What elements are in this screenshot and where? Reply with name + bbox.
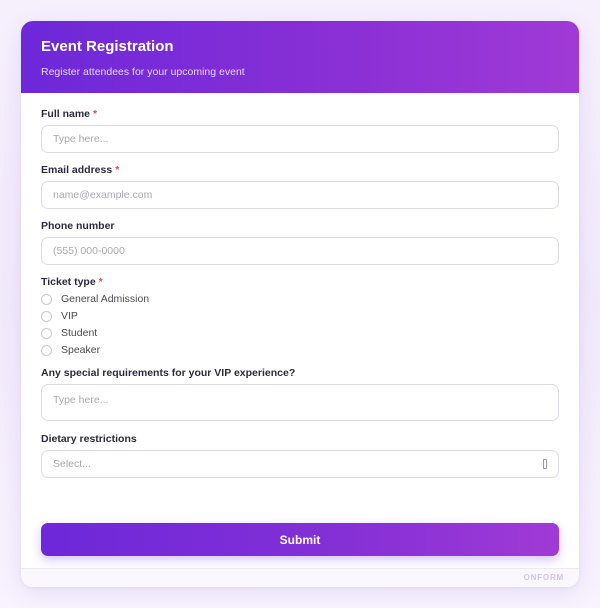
dietary-select-placeholder: Select... <box>53 458 91 470</box>
email-input[interactable] <box>41 181 559 209</box>
form-subtitle: Register attendees for your upcoming eve… <box>41 66 245 78</box>
radio-button[interactable] <box>41 344 52 356</box>
vip-requirements-label: Any special requirements for your VIP ex… <box>41 366 295 380</box>
vip-requirements-textarea[interactable] <box>41 384 559 421</box>
required-marker: * <box>115 164 120 176</box>
form-title: Event Registration <box>41 38 174 55</box>
full-name-label-text: Full name <box>41 108 91 120</box>
email-label: Email address * <box>41 163 119 177</box>
ticket-option-label: Speaker <box>61 344 101 356</box>
form-header: Event Registration Register attendees fo… <box>21 21 579 93</box>
ticket-option-label: VIP <box>61 310 78 322</box>
full-name-input[interactable] <box>41 125 559 153</box>
brand-logo: ONFORM <box>523 573 564 582</box>
required-marker: * <box>93 108 98 120</box>
ticket-option-label: Student <box>61 327 98 339</box>
radio-button[interactable] <box>41 327 52 339</box>
vip-requirements-label-text: Any special requirements for your VIP ex… <box>41 367 296 379</box>
ticket-option-general-admission[interactable]: General Admission <box>41 292 149 306</box>
phone-input[interactable] <box>41 237 559 265</box>
ticket-type-label-text: Ticket type <box>41 276 96 288</box>
registration-form-card: Event Registration Register attendees fo… <box>21 21 579 587</box>
ticket-option-speaker[interactable]: Speaker <box>41 343 100 357</box>
select-handle-icon <box>543 459 547 469</box>
required-marker: * <box>98 276 103 288</box>
ticket-option-student[interactable]: Student <box>41 326 97 340</box>
ticket-option-label: General Admission <box>61 293 150 305</box>
ticket-type-label: Ticket type * <box>41 275 103 289</box>
dietary-select[interactable]: Select... <box>41 450 559 478</box>
dietary-label-text: Dietary restrictions <box>41 433 137 445</box>
dietary-label: Dietary restrictions <box>41 432 137 446</box>
submit-button[interactable]: Submit <box>41 523 559 556</box>
full-name-label: Full name * <box>41 107 97 121</box>
radio-button[interactable] <box>41 293 52 305</box>
email-label-text: Email address <box>41 164 113 176</box>
form-footer: ONFORM <box>21 568 579 587</box>
ticket-option-vip[interactable]: VIP <box>41 309 78 323</box>
radio-button[interactable] <box>41 310 52 322</box>
phone-label: Phone number <box>41 219 115 233</box>
phone-label-text: Phone number <box>41 220 115 232</box>
